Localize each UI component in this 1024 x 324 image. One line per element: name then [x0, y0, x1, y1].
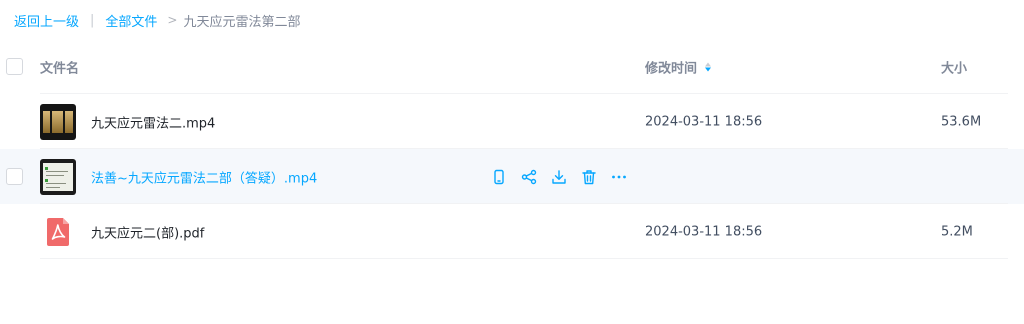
breadcrumb-separator-icon: > — [167, 13, 178, 27]
table-row[interactable]: 法善~九天应元雷法二部（答疑）.mp4 — [0, 149, 1024, 204]
file-name[interactable]: 九天应元雷法二.mp4 — [91, 112, 215, 131]
sort-desc-icon[interactable] — [705, 62, 712, 72]
share-icon[interactable] — [520, 168, 538, 186]
column-header-size[interactable]: 大小 — [941, 58, 967, 77]
select-all-checkbox[interactable] — [6, 58, 23, 75]
breadcrumb-divider: | — [90, 12, 95, 28]
more-icon[interactable] — [610, 168, 628, 186]
row-checkbox[interactable] — [6, 167, 23, 185]
back-link[interactable]: 返回上一级 — [14, 11, 79, 30]
phone-icon[interactable] — [490, 168, 508, 186]
column-header-name[interactable]: 文件名 — [40, 58, 79, 77]
table-row[interactable]: 九天应元雷法二.mp4 2024-03-11 18:56 53.6M — [0, 94, 1024, 149]
breadcrumb: 返回上一级 | 全部文件 > 九天应元雷法第二部 — [14, 10, 301, 30]
file-name[interactable]: 法善~九天应元雷法二部（答疑）.mp4 — [91, 167, 317, 186]
file-name[interactable]: 九天应元二(部).pdf — [91, 222, 204, 241]
video-thumbnail[interactable] — [40, 158, 76, 195]
download-icon[interactable] — [550, 168, 568, 186]
delete-icon[interactable] — [580, 168, 598, 186]
row-actions — [490, 168, 640, 186]
file-size: 53.6M — [941, 114, 982, 129]
file-size: 5.2M — [941, 224, 973, 239]
video-thumbnail[interactable] — [40, 103, 76, 140]
all-files-link[interactable]: 全部文件 — [105, 11, 157, 30]
column-header-time[interactable]: 修改时间 — [645, 58, 712, 77]
file-modified-time: 2024-03-11 18:56 — [645, 114, 763, 129]
pdf-icon[interactable] — [40, 214, 76, 250]
current-folder: 九天应元雷法第二部 — [183, 14, 301, 30]
table-header: 文件名 修改时间 大小 — [0, 40, 1024, 94]
file-modified-time: 2024-03-11 18:56 — [645, 224, 763, 239]
divider — [40, 258, 1008, 259]
table-row[interactable]: 九天应元二(部).pdf 2024-03-11 18:56 5.2M — [0, 204, 1024, 259]
column-header-time-label: 修改时间 — [645, 61, 698, 77]
